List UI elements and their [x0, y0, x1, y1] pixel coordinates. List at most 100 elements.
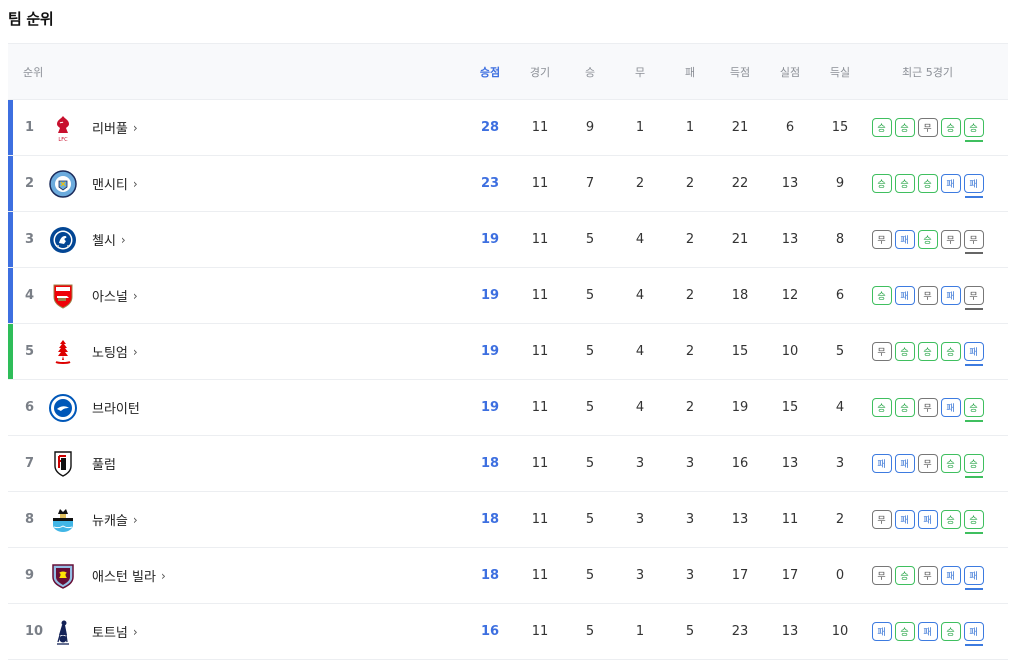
- form-badge-label: 승: [877, 180, 886, 190]
- team-goal-difference: 4: [835, 400, 845, 415]
- form-badge: 승: [894, 342, 915, 361]
- header-played[interactable]: 경기: [520, 44, 560, 99]
- latest-match-indicator: [964, 476, 983, 478]
- team-lost: 2: [685, 232, 695, 247]
- team-link[interactable]: LFC 리버풀 ›: [48, 100, 138, 155]
- team-points: 16: [480, 624, 500, 639]
- form-badge: 패: [894, 454, 915, 473]
- team-goals-for: 18: [731, 288, 749, 303]
- form-badge-label: 무: [923, 572, 932, 582]
- form-badge: 패: [894, 286, 915, 305]
- team-name: 노팅엄: [92, 346, 128, 361]
- team-rank: 10: [25, 624, 44, 639]
- form-badge-label: 무: [923, 404, 932, 414]
- header-won[interactable]: 승: [570, 44, 610, 99]
- form-badge: 패: [917, 510, 938, 529]
- team-goals-for: 15: [731, 344, 749, 359]
- form-badge-label: 승: [969, 404, 978, 414]
- team-link[interactable]: 노팅엄 ›: [48, 324, 138, 379]
- header-goals-against[interactable]: 실점: [770, 44, 810, 99]
- form-badge: 승: [963, 398, 984, 422]
- table-row[interactable]: 5 노팅엄 › 19 11 5 4 2 15 10 5 무 승 승 승 패: [8, 324, 1008, 380]
- form-badge-label: 승: [900, 348, 909, 358]
- team-drawn: 4: [635, 232, 645, 247]
- form-badge: 무: [917, 454, 938, 473]
- team-drawn: 3: [635, 456, 645, 471]
- header-points[interactable]: 승점: [470, 44, 510, 99]
- form-badge-label: 패: [969, 628, 978, 638]
- form-badge-label: 승: [923, 180, 932, 190]
- table-row[interactable]: 7 풀럼 18 11 5 3 3 16 13 3 패 패 무 승 승: [8, 436, 1008, 492]
- team-drawn: 4: [635, 288, 645, 303]
- table-row[interactable]: 10 토트넘 › 16 11 5 1 5 23 13 10 패 승 패 승 패: [8, 604, 1008, 660]
- chevron-right-icon: ›: [132, 120, 138, 135]
- team-link[interactable]: 애스턴 빌라 ›: [48, 548, 166, 603]
- team-won: 5: [585, 624, 595, 639]
- header-drawn[interactable]: 무: [620, 44, 660, 99]
- header-lost[interactable]: 패: [670, 44, 710, 99]
- form-badge: 승: [940, 622, 961, 641]
- brighton-crest-icon: [48, 393, 78, 423]
- team-rank: 2: [25, 176, 35, 191]
- team-link[interactable]: 아스널 ›: [48, 268, 138, 323]
- form-badge-label: 패: [900, 516, 909, 526]
- team-link[interactable]: 맨시티 ›: [48, 156, 138, 211]
- team-link[interactable]: 뉴캐슬 ›: [48, 492, 138, 547]
- chevron-right-icon: ›: [132, 624, 138, 639]
- table-row[interactable]: 8 뉴캐슬 › 18 11 5 3 3 13 11 2 무 패 패 승 승: [8, 492, 1008, 548]
- table-row[interactable]: 2 맨시티 › 23 11 7 2 2 22 13 9 승 승 승 패 패: [8, 156, 1008, 212]
- team-goal-difference: 15: [831, 120, 849, 135]
- team-goals-for: 13: [731, 512, 749, 527]
- team-goal-difference: 6: [835, 288, 845, 303]
- team-won: 5: [585, 232, 595, 247]
- form-badge: 무: [871, 342, 892, 361]
- team-lost: 2: [685, 400, 695, 415]
- team-rank: 3: [25, 232, 35, 247]
- form-badge-label: 승: [969, 516, 978, 526]
- table-row[interactable]: 4 아스널 › 19 11 5 4 2 18 12 6 승 패 무 패 무: [8, 268, 1008, 324]
- team-link[interactable]: 토트넘 ›: [48, 604, 138, 659]
- team-played: 11: [531, 400, 549, 415]
- latest-match-indicator: [964, 588, 983, 590]
- form-badge: 패: [871, 454, 892, 473]
- team-rank: 1: [25, 120, 35, 135]
- form-badge-label: 패: [877, 628, 886, 638]
- form-badge-label: 패: [900, 236, 909, 246]
- form-badge-label: 무: [923, 124, 932, 134]
- team-link[interactable]: 풀럼: [48, 436, 116, 491]
- form-badge: 무: [917, 118, 938, 137]
- team-played: 11: [531, 288, 549, 303]
- team-played: 11: [531, 568, 549, 583]
- team-goal-difference: 2: [835, 512, 845, 527]
- header-rank[interactable]: 순위: [8, 44, 48, 99]
- header-goals-for[interactable]: 득점: [720, 44, 760, 99]
- team-lost: 3: [685, 456, 695, 471]
- team-goals-against: 13: [781, 624, 799, 639]
- form-badge: 승: [894, 398, 915, 417]
- table-row[interactable]: 1 LFC 리버풀 › 28 11 9 1 1 21 6 15 승 승 무 승 승: [8, 100, 1008, 156]
- form-badge: 무: [917, 398, 938, 417]
- team-goals-for: 22: [731, 176, 749, 191]
- team-goals-for: 21: [731, 120, 749, 135]
- team-drawn: 1: [635, 624, 645, 639]
- team-drawn: 2: [635, 176, 645, 191]
- form-badge-label: 승: [946, 460, 955, 470]
- team-lost: 2: [685, 344, 695, 359]
- team-points: 18: [480, 568, 500, 583]
- form-badge: 패: [894, 510, 915, 529]
- chevron-right-icon: ›: [132, 512, 138, 527]
- header-goal-difference[interactable]: 득실: [820, 44, 860, 99]
- form-badge-label: 무: [946, 236, 955, 246]
- team-won: 5: [585, 288, 595, 303]
- form-badge-label: 패: [946, 572, 955, 582]
- table-row[interactable]: 6 브라이턴 19 11 5 4 2 19 15 4 승 승 무 패 승: [8, 380, 1008, 436]
- team-link[interactable]: 브라이턴: [48, 380, 140, 435]
- chelsea-crest-icon: [48, 225, 78, 255]
- latest-match-indicator: [964, 252, 983, 254]
- chevron-right-icon: ›: [160, 568, 166, 583]
- table-row[interactable]: 3 첼시 › 19 11 5 4 2 21 13 8 무 패 승 무 무: [8, 212, 1008, 268]
- team-link[interactable]: 첼시 ›: [48, 212, 126, 267]
- form-badge: 승: [940, 118, 961, 137]
- form-badge: 무: [940, 230, 961, 249]
- table-row[interactable]: 9 애스턴 빌라 › 18 11 5 3 3 17 17 0 무 승 무 패 패: [8, 548, 1008, 604]
